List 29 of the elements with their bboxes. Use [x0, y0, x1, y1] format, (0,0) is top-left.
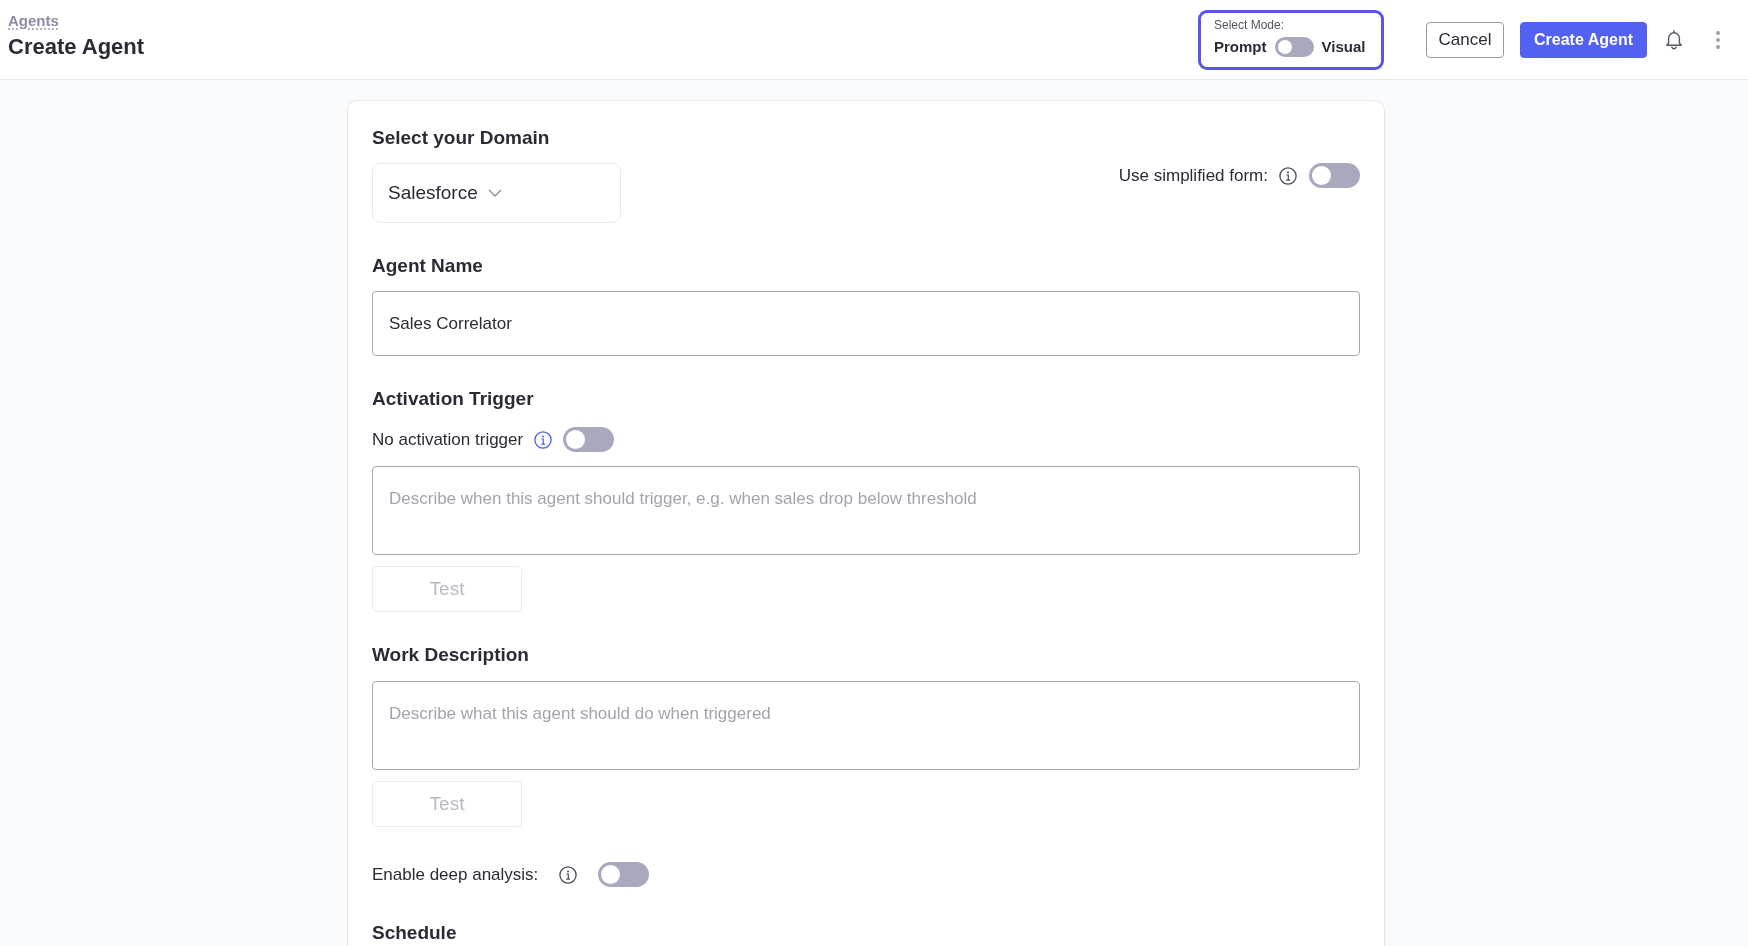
info-icon	[559, 865, 578, 884]
more-options-icon[interactable]	[1716, 30, 1720, 49]
mode-option-label: Visual	[1321, 38, 1366, 55]
mode-option-label: Prompt	[1214, 38, 1267, 55]
toggle-label: Use simplified form:	[1118, 165, 1268, 187]
chevron-down-icon	[487, 189, 502, 197]
section-heading: Schedule	[372, 921, 458, 945]
breadcrumb-link[interactable]: Agents	[8, 12, 59, 30]
section-heading: Agent Name	[372, 254, 484, 278]
toggle-switch[interactable]	[563, 427, 615, 452]
mode-label: Select Mode:	[1214, 17, 1286, 32]
toggle-label: Enable deep analysis:	[372, 864, 539, 886]
section-heading: Work Description	[372, 643, 530, 667]
section-heading: Select your Domain	[372, 126, 551, 150]
info-icon	[1279, 166, 1297, 185]
mode-toggle[interactable]	[1274, 36, 1314, 57]
work-description-field[interactable]: Describe what this agent should do when triggered	[372, 681, 1360, 770]
toggle-switch[interactable]	[598, 862, 650, 887]
toggle-switch[interactable]	[1309, 163, 1360, 188]
create-button[interactable]: Create Agent	[1520, 21, 1647, 58]
toggle-label: No activation trigger	[372, 429, 524, 451]
domain-dropdown[interactable]: Salesforce	[372, 163, 621, 223]
info-icon	[534, 430, 553, 449]
agent-name-input[interactable]: Sales Correlator	[372, 291, 1360, 356]
page-title: Create Agent	[8, 33, 145, 61]
notification-bell-icon[interactable]	[1664, 29, 1684, 50]
cancel-button[interactable]: Cancel	[1426, 21, 1504, 58]
section-heading: Activation Trigger	[372, 387, 535, 411]
trigger-description-field[interactable]: Describe when this agent should trigger, e.g. when sales drop below threshold	[372, 466, 1360, 555]
